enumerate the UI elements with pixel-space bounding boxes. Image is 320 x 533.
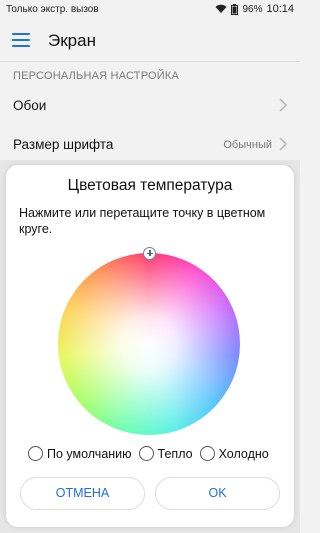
wifi-icon	[215, 4, 227, 14]
radio-circle[interactable]	[28, 446, 43, 461]
divider	[0, 61, 300, 62]
radio-circle[interactable]	[138, 446, 154, 461]
app-bar: Экран	[0, 20, 300, 62]
radio-default[interactable]: По умолчанию	[28, 446, 132, 461]
radio-label: Тепло	[157, 446, 193, 461]
font-size-value: Обычный	[223, 139, 272, 151]
temperature-options: По умолчанию Тепло Холодно	[28, 446, 276, 461]
clock: 10:14	[266, 3, 294, 15]
color-wheel[interactable]	[58, 247, 240, 435]
radio-warm[interactable]: Тепло	[138, 446, 193, 461]
carrier-text: Только экстр. вызов	[6, 4, 99, 15]
page-title: Экран	[48, 31, 96, 50]
chevron-right-icon	[279, 98, 288, 112]
color-wheel-gradient[interactable]	[58, 253, 240, 435]
radio-circle[interactable]	[199, 446, 215, 461]
radio-label: По умолчанию	[47, 446, 132, 461]
color-picker-handle-icon[interactable]	[143, 247, 156, 260]
battery-percent: 96%	[242, 3, 263, 15]
chevron-right-icon	[279, 137, 288, 151]
ok-button[interactable]: OK	[155, 477, 280, 510]
wallpaper-row[interactable]: Обои	[0, 85, 300, 125]
dialog-title: Цветовая температура	[67, 177, 233, 194]
color-temperature-dialog: Цветовая температура Нажмите или перетащ…	[6, 165, 294, 527]
dialog-instruction: Нажмите или перетащите точку в цветном к…	[19, 206, 266, 236]
radio-label: Холодно	[218, 446, 269, 461]
wallpaper-label: Обои	[13, 98, 47, 113]
battery-icon	[231, 3, 239, 15]
section-header: ПЕРСОНАЛЬНАЯ НАСТРОЙКА	[13, 70, 179, 82]
font-size-row[interactable]: Размер шрифта Обычный	[0, 124, 300, 164]
radio-cold[interactable]: Холодно	[199, 446, 269, 461]
status-bar: Только экстр. вызов 96% 10:14	[0, 0, 300, 20]
menu-icon[interactable]	[12, 33, 30, 47]
status-icons: 96% 10:14	[215, 3, 294, 15]
font-size-label: Размер шрифта	[13, 137, 114, 152]
cancel-button[interactable]: ОТМЕНА	[20, 477, 145, 510]
